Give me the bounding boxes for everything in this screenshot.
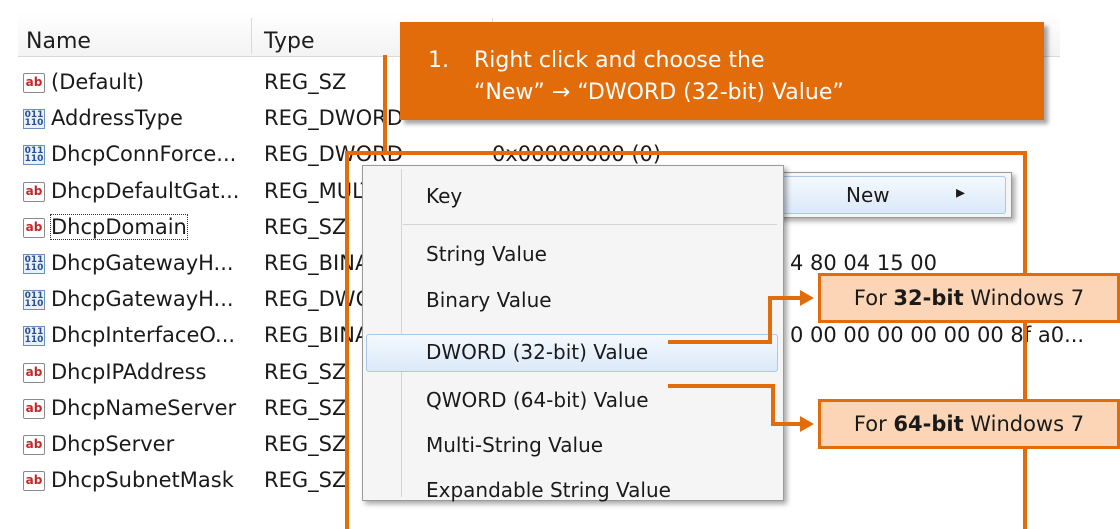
value-type: REG_SZ xyxy=(264,432,347,456)
dword-connector-line xyxy=(768,296,802,300)
value-name[interactable]: DhcpServer xyxy=(51,432,174,456)
label-32-bit: For 32-bit Windows 7 xyxy=(818,273,1120,323)
value-name[interactable]: DhcpConnForce... xyxy=(51,142,236,166)
value-name[interactable]: DhcpInterfaceO... xyxy=(51,323,235,347)
binary-value-icon: 011 110 xyxy=(23,326,45,346)
string-value-icon: ab xyxy=(23,182,45,202)
dword-connector-line xyxy=(768,298,772,344)
binary-value-icon: 011 110 xyxy=(23,145,45,165)
step-number: 1. xyxy=(428,48,449,73)
value-name[interactable]: DhcpDomain xyxy=(50,214,188,240)
label-32-prefix: For xyxy=(853,286,894,310)
binary-value-icon: 011 110 xyxy=(23,290,45,310)
value-type: REG_SZ xyxy=(264,360,347,384)
column-header-name[interactable]: Name xyxy=(26,29,91,54)
label-64-suffix: Windows 7 xyxy=(963,412,1085,436)
value-name[interactable]: DhcpGatewayH... xyxy=(51,251,234,275)
value-name[interactable]: AddressType xyxy=(51,106,183,130)
label-32-bold: 32-bit xyxy=(893,286,964,310)
instruction-banner: 1. Right click and choose the “New” → “D… xyxy=(400,22,1044,120)
instruction-line-1: Right click and choose the xyxy=(474,48,765,73)
binary-value-icon: 011 110 xyxy=(23,109,45,129)
label-64-prefix: For xyxy=(853,412,894,436)
banner-connector-line xyxy=(383,55,387,153)
value-name[interactable]: DhcpNameServer xyxy=(51,396,236,420)
value-type: REG_SZ xyxy=(264,396,347,420)
qword-arrow-icon xyxy=(800,416,814,432)
string-value-icon: ab xyxy=(23,73,45,93)
label-64-bit: For 64-bit Windows 7 xyxy=(818,399,1120,449)
column-header-type[interactable]: Type xyxy=(264,29,315,54)
qword-connector-line xyxy=(771,384,775,426)
label-64-bold: 64-bit xyxy=(893,412,964,436)
binary-value-icon: 011 110 xyxy=(23,254,45,274)
string-value-icon: ab xyxy=(23,435,45,455)
value-type: REG_SZ xyxy=(264,215,347,239)
value-name[interactable]: DhcpDefaultGat... xyxy=(51,179,240,203)
dword-arrow-icon xyxy=(800,290,814,306)
qword-connector-line xyxy=(668,384,775,388)
instruction-line-2: “New” → “DWORD (32-bit) Value” xyxy=(474,80,844,105)
qword-connector-line xyxy=(771,422,802,426)
string-value-icon: ab xyxy=(23,399,45,419)
string-value-icon: ab xyxy=(23,471,45,491)
value-name[interactable]: DhcpGatewayH... xyxy=(51,287,234,311)
value-type: REG_SZ xyxy=(264,70,347,94)
string-value-icon: ab xyxy=(23,218,45,238)
column-divider[interactable] xyxy=(251,18,252,54)
value-name[interactable]: (Default) xyxy=(51,70,144,94)
value-name[interactable]: DhcpSubnetMask xyxy=(51,468,234,492)
dword-connector-line xyxy=(668,340,770,344)
value-type: REG_SZ xyxy=(264,468,347,492)
value-name[interactable]: DhcpIPAddress xyxy=(51,360,207,384)
label-32-suffix: Windows 7 xyxy=(963,286,1085,310)
string-value-icon: ab xyxy=(23,363,45,383)
